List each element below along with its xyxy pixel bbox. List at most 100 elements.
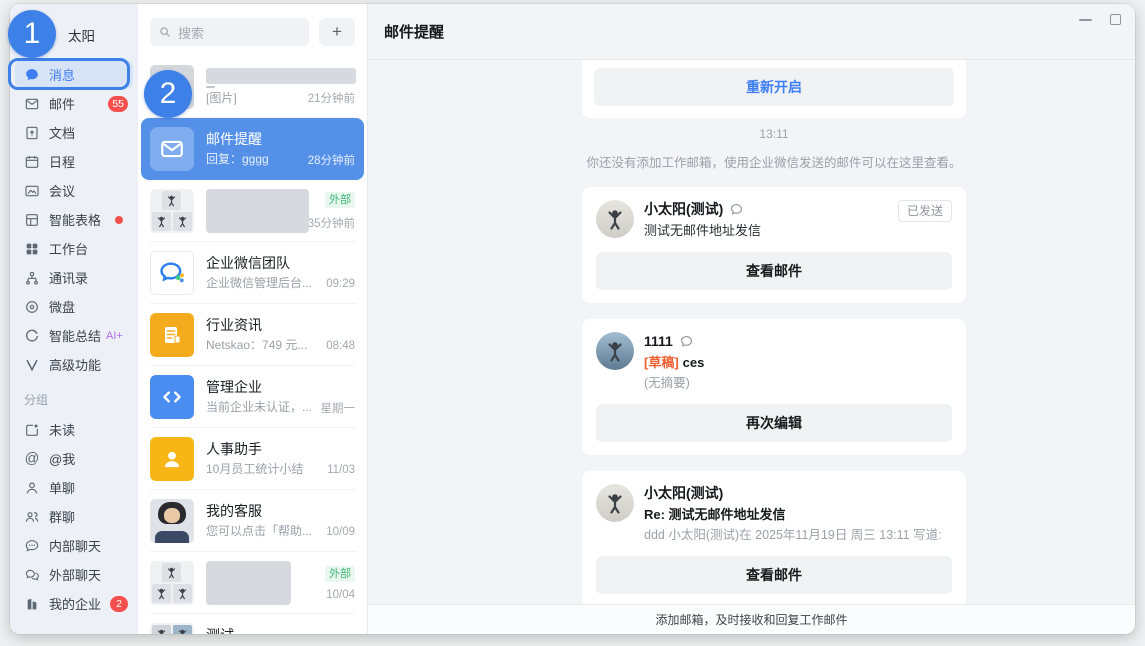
sidebar-item-premium[interactable]: 高级功能 [10,350,138,379]
news-doc-icon [160,323,184,347]
view-mail-button[interactable]: 查看邮件 [596,556,952,594]
chat-item-hr-assistant[interactable]: 人事助手 10月员工统计小结 11/03 [138,428,367,490]
mail-card-sent: 小太阳(测试) 测试无邮件地址发信 已发送 查看邮件 [582,187,966,303]
group-avatar [150,623,194,634]
sidebar-item-external-chat[interactable]: 外部聊天 [10,560,138,589]
external-tag: 外部 [325,192,355,208]
person-photo [176,587,189,600]
sidebar-item-label: 智能总结 [49,326,101,345]
industry-news-avatar [150,313,194,357]
sidebar-item-my-company[interactable]: 我的企业 2 [10,589,138,618]
chat-item-manage-company[interactable]: 管理企业 当前企业未认证，... 星期一 [138,366,367,428]
chat-time: 08:48 [326,340,355,352]
sender-name: 小太阳(测试) [644,484,723,503]
sidebar-item-drive[interactable]: 微盘 [10,292,138,321]
drive-icon [24,299,40,315]
smart-table-dot [115,216,123,224]
comment-bubble-icon[interactable] [679,334,694,349]
person-photo [155,628,168,634]
chat-title: 测试 [206,626,355,634]
service-agent-avatar [150,499,194,543]
chat-subtitle: 当前企业未认证，... [206,399,312,416]
ai-summary-icon [24,328,40,344]
sidebar-item-label: 文档 [49,123,75,142]
sidebar-item-label: 高级功能 [49,355,101,374]
sidebar-item-label: 邮件 [49,94,75,113]
sidebar-item-unread[interactable]: 未读 [10,415,138,444]
person-photo [155,587,168,600]
code-brackets-icon [159,384,185,410]
sender-avatar [596,200,634,238]
unread-icon [24,422,40,438]
chat-time: 28分钟前 [308,152,355,168]
sidebar-item-label: 通讯录 [49,268,88,287]
sidebar-item-calendar[interactable]: 日程 [10,147,138,176]
search-input[interactable]: 搜索 [150,18,309,46]
envelope-icon [159,136,185,162]
document-icon [24,125,40,141]
at-icon: @ [24,451,40,467]
add-mailbox-bar[interactable]: 添加邮箱，及时接收和回复工作邮件 [368,604,1135,634]
redacted-name [206,561,291,605]
sidebar-item-mail[interactable]: 邮件 55 [10,89,138,118]
sidebar-item-docs[interactable]: 文档 [10,118,138,147]
workbench-icon [24,241,40,257]
meeting-icon [24,183,40,199]
chat-subtitle: 您可以点击「帮助... [206,523,312,540]
person-photo [165,566,178,579]
chat-item-redacted-2[interactable]: 外部 35分钟前 [138,180,367,242]
sidebar-item-group-chat[interactable]: 群聊 [10,502,138,531]
sender-name: 1111 [644,332,673,351]
system-card: 重新开启 [582,60,966,118]
sidebar-item-meeting[interactable]: 会议 [10,176,138,205]
chat-subtitle: 10月员工统计小结 [206,461,303,478]
chat-item-industry-news[interactable]: 行业资讯 Netskao：749 元... 08:48 [138,304,367,366]
sidebar-item-internal-chat[interactable]: 内部聊天 [10,531,138,560]
internal-chat-icon [24,538,40,554]
company-badge: 2 [110,596,128,612]
sidebar-item-label: @我 [49,449,75,468]
sidebar-item-label: 会议 [49,181,75,200]
person-photo [603,491,627,515]
sidebar-item-workbench[interactable]: 工作台 [10,234,138,263]
chat-subtitle: 回复：gggg [206,151,269,168]
minimize-button[interactable] [1079,19,1092,21]
maximize-button[interactable] [1110,14,1121,25]
manage-company-avatar [150,375,194,419]
chat-item-text: 测试 [图片] 09/22 [206,626,355,634]
chat-item-test[interactable]: 测试 [图片] 09/22 [138,614,367,634]
user-name: 太阳 [68,25,95,45]
sidebar-item-label: 工作台 [49,239,88,258]
chat-item-mail-reminder[interactable]: 邮件提醒 回复：gggg 28分钟前 [141,118,364,180]
chat-subtitle: [图片] [206,90,237,107]
sidebar-item-mentions[interactable]: @ @我 [10,444,138,473]
comment-bubble-icon[interactable] [729,202,744,217]
draft-tag: [草稿] [644,355,679,370]
chat-item-text: 人事助手 10月员工统计小结 11/03 [206,440,355,478]
sidebar-item-label: 单聊 [49,478,75,497]
chat-item-my-service[interactable]: 我的客服 您可以点击「帮助... 10/09 [138,490,367,552]
wecom-team-avatar [150,251,194,295]
single-chat-icon [24,480,40,496]
sidebar-item-single-chat[interactable]: 单聊 [10,473,138,502]
calendar-icon [24,154,40,170]
annotation-step-2: 2 [144,70,192,118]
chat-title: 行业资讯 [206,316,355,335]
add-button[interactable]: + [319,18,355,46]
chat-item-redacted-3[interactable]: 外部 10/04 [138,552,367,614]
sidebar-item-contacts[interactable]: 通讯录 [10,263,138,292]
chat-item-text: 我的客服 您可以点击「帮助... 10/09 [206,502,355,540]
premium-icon [24,357,40,373]
sidebar-item-ai-summary[interactable]: 智能总结 AI+ [10,321,138,350]
chat-title: 企业微信团队 [206,254,355,273]
chat-time: 10/09 [326,526,355,538]
edit-again-button[interactable]: 再次编辑 [596,404,952,442]
chat-item-wecom-team[interactable]: 企业微信团队 企业微信管理后台... 09:29 [138,242,367,304]
annotation-highlight-messages [8,58,130,90]
redacted-name [206,68,356,84]
view-mail-button[interactable]: 查看邮件 [596,252,952,290]
reopen-button[interactable]: 重新开启 [594,68,954,106]
person-photo [155,215,168,228]
sidebar-item-smart-table[interactable]: 智能表格 [10,205,138,234]
chat-item-text: 行业资讯 Netskao：749 元... 08:48 [206,316,355,354]
